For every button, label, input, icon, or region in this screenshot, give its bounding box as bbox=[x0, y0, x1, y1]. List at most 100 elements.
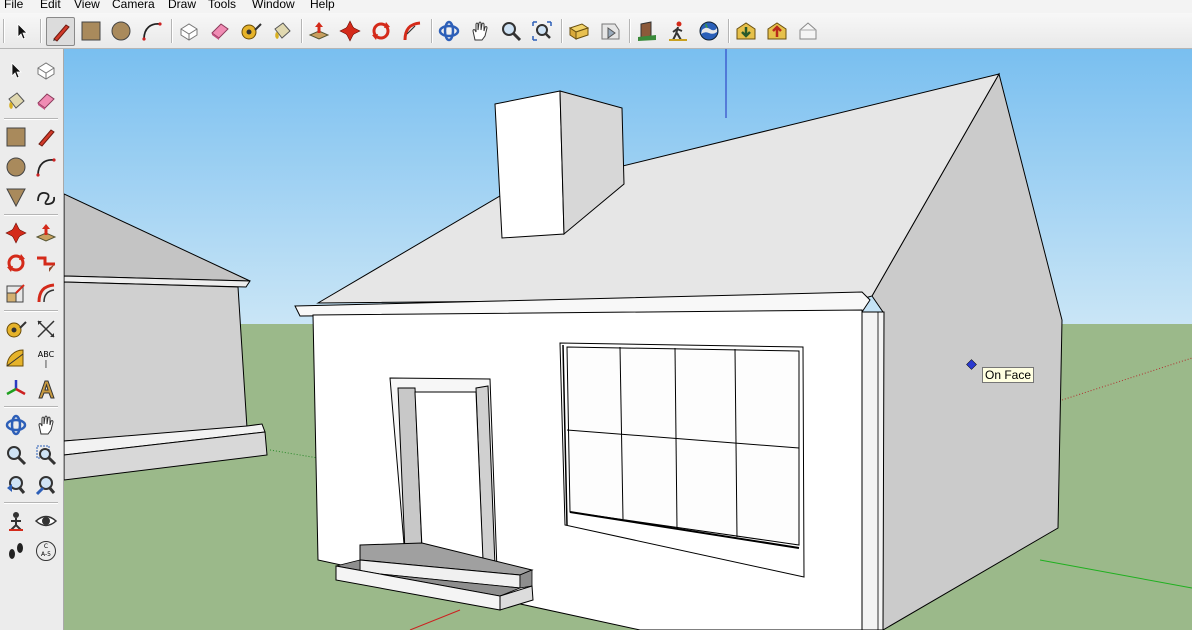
zoom-tool-button[interactable] bbox=[498, 18, 524, 44]
share-model-button[interactable] bbox=[597, 18, 623, 44]
menu-camera[interactable]: Camera bbox=[112, 0, 155, 10]
rotate-icon bbox=[7, 254, 25, 272]
left-polygon-button[interactable] bbox=[2, 183, 30, 211]
left-dimension-button[interactable] bbox=[32, 315, 60, 343]
menu-help[interactable]: Help bbox=[310, 0, 335, 10]
left-move-button[interactable] bbox=[2, 219, 30, 247]
left-line-button[interactable] bbox=[32, 123, 60, 151]
left-tape-measure-button[interactable] bbox=[2, 315, 30, 343]
warehouse-get-icon bbox=[736, 22, 756, 40]
toolbar-separator bbox=[561, 19, 563, 43]
left-offset-button[interactable] bbox=[32, 279, 60, 307]
component-button[interactable] bbox=[795, 18, 821, 44]
google-earth-button[interactable] bbox=[696, 18, 722, 44]
left-eraser-button[interactable] bbox=[32, 87, 60, 115]
menu-bar: File Edit View Camera Draw Tools Window … bbox=[0, 0, 1192, 13]
main-toolbar bbox=[0, 13, 1192, 49]
left-paint-bucket-button[interactable] bbox=[2, 87, 30, 115]
door[interactable] bbox=[389, 377, 498, 571]
pan-tool-button[interactable] bbox=[467, 18, 493, 44]
follow-me-button[interactable] bbox=[399, 18, 425, 44]
corner-trim[interactable] bbox=[861, 311, 885, 630]
orbit-icon bbox=[438, 20, 460, 42]
toolbar-separator bbox=[171, 19, 173, 43]
left-3d-text-button[interactable] bbox=[32, 375, 60, 403]
tape-measure-button[interactable] bbox=[238, 18, 264, 44]
left-previous-view-button[interactable] bbox=[2, 471, 30, 499]
model-scene bbox=[64, 49, 1192, 630]
tape-measure-icon bbox=[6, 321, 27, 338]
left-pan-button[interactable] bbox=[32, 411, 60, 439]
tape-measure-icon bbox=[241, 23, 262, 40]
pan-icon bbox=[38, 415, 54, 435]
left-zoom-button[interactable] bbox=[2, 441, 30, 469]
left-select-button[interactable] bbox=[2, 56, 30, 84]
left-rotate-button[interactable] bbox=[2, 249, 30, 277]
orbit-icon bbox=[5, 414, 27, 436]
zoom-extents-icon bbox=[35, 476, 56, 496]
left-section-plane-button[interactable]: C A-5 bbox=[32, 537, 60, 565]
menu-view[interactable]: View bbox=[74, 0, 100, 10]
left-text-button[interactable]: ABC | bbox=[32, 345, 60, 373]
rotate-icon bbox=[372, 22, 390, 40]
left-push-pull-button[interactable] bbox=[32, 219, 60, 247]
make-component-icon bbox=[180, 23, 198, 41]
left-arc-button[interactable] bbox=[32, 153, 60, 181]
menu-file[interactable]: File bbox=[4, 0, 23, 10]
left-look-around-button[interactable] bbox=[32, 507, 60, 535]
walk-tool-button[interactable] bbox=[665, 18, 691, 44]
left-protractor-button[interactable] bbox=[2, 345, 30, 373]
zoom-extents-button[interactable] bbox=[529, 18, 555, 44]
orbit-tool-button[interactable] bbox=[436, 18, 462, 44]
left-zoom-extents-button[interactable] bbox=[32, 471, 60, 499]
left-circle-button[interactable] bbox=[2, 153, 30, 181]
menu-edit[interactable]: Edit bbox=[40, 0, 61, 10]
get-models-button[interactable] bbox=[566, 18, 592, 44]
paint-bucket-icon bbox=[8, 92, 25, 109]
inference-tooltip: On Face bbox=[982, 367, 1035, 383]
protractor-icon bbox=[6, 349, 24, 367]
rectangle-icon bbox=[6, 127, 26, 147]
left-make-component-button[interactable] bbox=[32, 56, 60, 84]
left-rectangle-button[interactable] bbox=[2, 123, 30, 151]
follow-me-icon bbox=[403, 21, 421, 41]
left-position-camera-button[interactable] bbox=[2, 507, 30, 535]
share-model-icon bbox=[601, 23, 620, 40]
drawing-viewport[interactable] bbox=[64, 49, 1192, 630]
push-pull-button[interactable] bbox=[306, 18, 332, 44]
circle-tool-button[interactable] bbox=[108, 18, 134, 44]
move-tool-button[interactable] bbox=[337, 18, 363, 44]
get-photo-texture-icon bbox=[638, 21, 656, 41]
menu-draw[interactable]: Draw bbox=[168, 0, 196, 10]
left-scale-button[interactable] bbox=[2, 279, 30, 307]
left-follow-me-button[interactable] bbox=[32, 249, 60, 277]
warehouse-share-button[interactable] bbox=[764, 18, 790, 44]
3d-text-icon bbox=[38, 380, 55, 399]
toolbar-separator bbox=[431, 19, 433, 43]
left-axes-button[interactable] bbox=[2, 375, 30, 403]
eraser-tool-button[interactable] bbox=[207, 18, 233, 44]
chimney-front[interactable] bbox=[494, 90, 565, 239]
left-freehand-button[interactable] bbox=[32, 183, 60, 211]
warehouse-get-button[interactable] bbox=[733, 18, 759, 44]
menu-window[interactable]: Window bbox=[252, 0, 295, 10]
line-tool-button[interactable] bbox=[46, 17, 75, 46]
arc-tool-button[interactable] bbox=[139, 18, 165, 44]
position-camera-icon bbox=[9, 512, 23, 531]
rotate-tool-button[interactable] bbox=[368, 18, 394, 44]
component-icon bbox=[799, 22, 817, 40]
left-orbit-button[interactable] bbox=[2, 411, 30, 439]
move-icon bbox=[5, 222, 27, 244]
warehouse-share-icon bbox=[767, 22, 787, 40]
make-component-button[interactable] bbox=[176, 18, 202, 44]
paint-bucket-button[interactable] bbox=[269, 18, 295, 44]
pan-icon bbox=[472, 21, 488, 41]
left-zoom-window-button[interactable] bbox=[32, 441, 60, 469]
menu-tools[interactable]: Tools bbox=[208, 0, 236, 10]
select-tool-button[interactable] bbox=[9, 18, 35, 44]
left-walk-button[interactable] bbox=[2, 537, 30, 565]
get-photo-texture-button[interactable] bbox=[634, 18, 660, 44]
previous-view-icon bbox=[7, 476, 26, 494]
zoom-extents-icon bbox=[532, 21, 552, 41]
rectangle-tool-button[interactable] bbox=[78, 18, 104, 44]
